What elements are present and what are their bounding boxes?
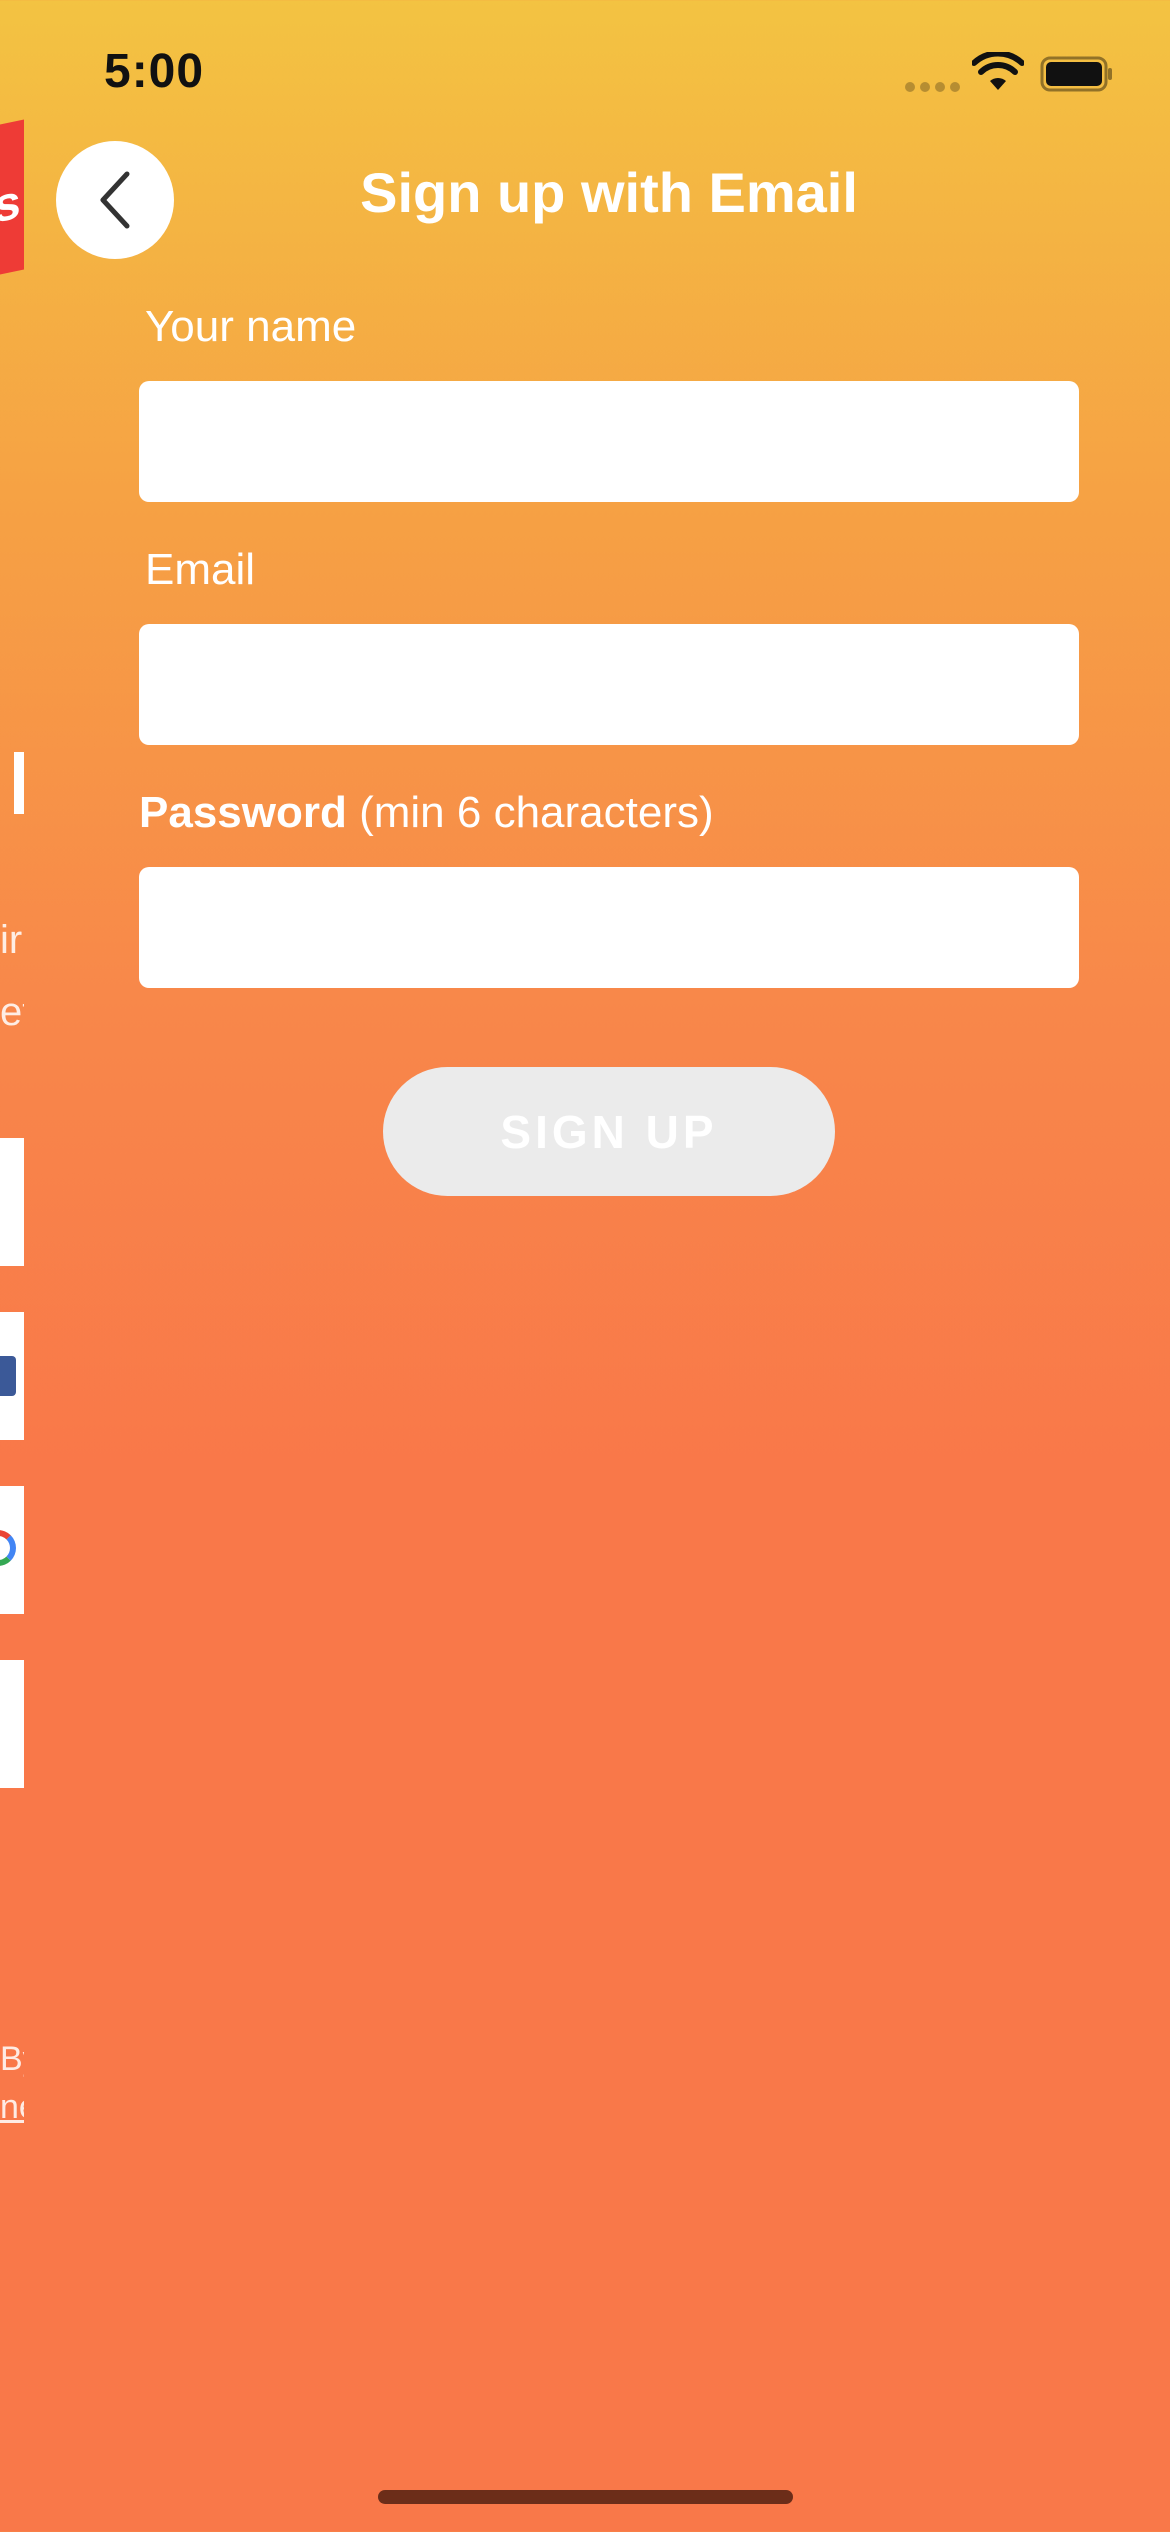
- background-button-fragment: [0, 1138, 24, 1266]
- cellular-signal-icon: [905, 82, 961, 92]
- password-label-hint: (min 6 characters): [346, 788, 714, 837]
- name-label: Your name: [145, 302, 357, 351]
- background-text-fragment: et: [0, 990, 24, 1034]
- background-divider-fragment: [14, 752, 24, 814]
- home-indicator[interactable]: [378, 2490, 793, 2504]
- status-bar: 5:00: [0, 0, 1170, 150]
- background-button-fragment: [0, 1660, 24, 1788]
- background-facebook-button-fragment: [0, 1312, 24, 1440]
- name-input[interactable]: [139, 381, 1079, 502]
- page-title: Sign up with Email: [360, 161, 858, 224]
- sign-up-button[interactable]: SIGN UP: [383, 1067, 835, 1196]
- facebook-icon: [0, 1356, 16, 1396]
- wifi-icon: [972, 52, 1024, 90]
- email-input[interactable]: [139, 624, 1079, 745]
- password-label: Password (min 6 characters): [139, 788, 714, 838]
- background-footer-fragment: By: [0, 2040, 24, 2078]
- password-label-title: Password: [139, 788, 347, 837]
- background-text-fragment: ir: [0, 918, 23, 962]
- email-label: Email: [145, 545, 256, 594]
- background-google-button-fragment: [0, 1486, 24, 1614]
- battery-icon: [1040, 56, 1112, 92]
- background-footer-fragment: ne: [0, 2088, 24, 2126]
- password-input[interactable]: [139, 867, 1079, 988]
- google-icon: [0, 1530, 16, 1566]
- status-time: 5:00: [104, 45, 205, 98]
